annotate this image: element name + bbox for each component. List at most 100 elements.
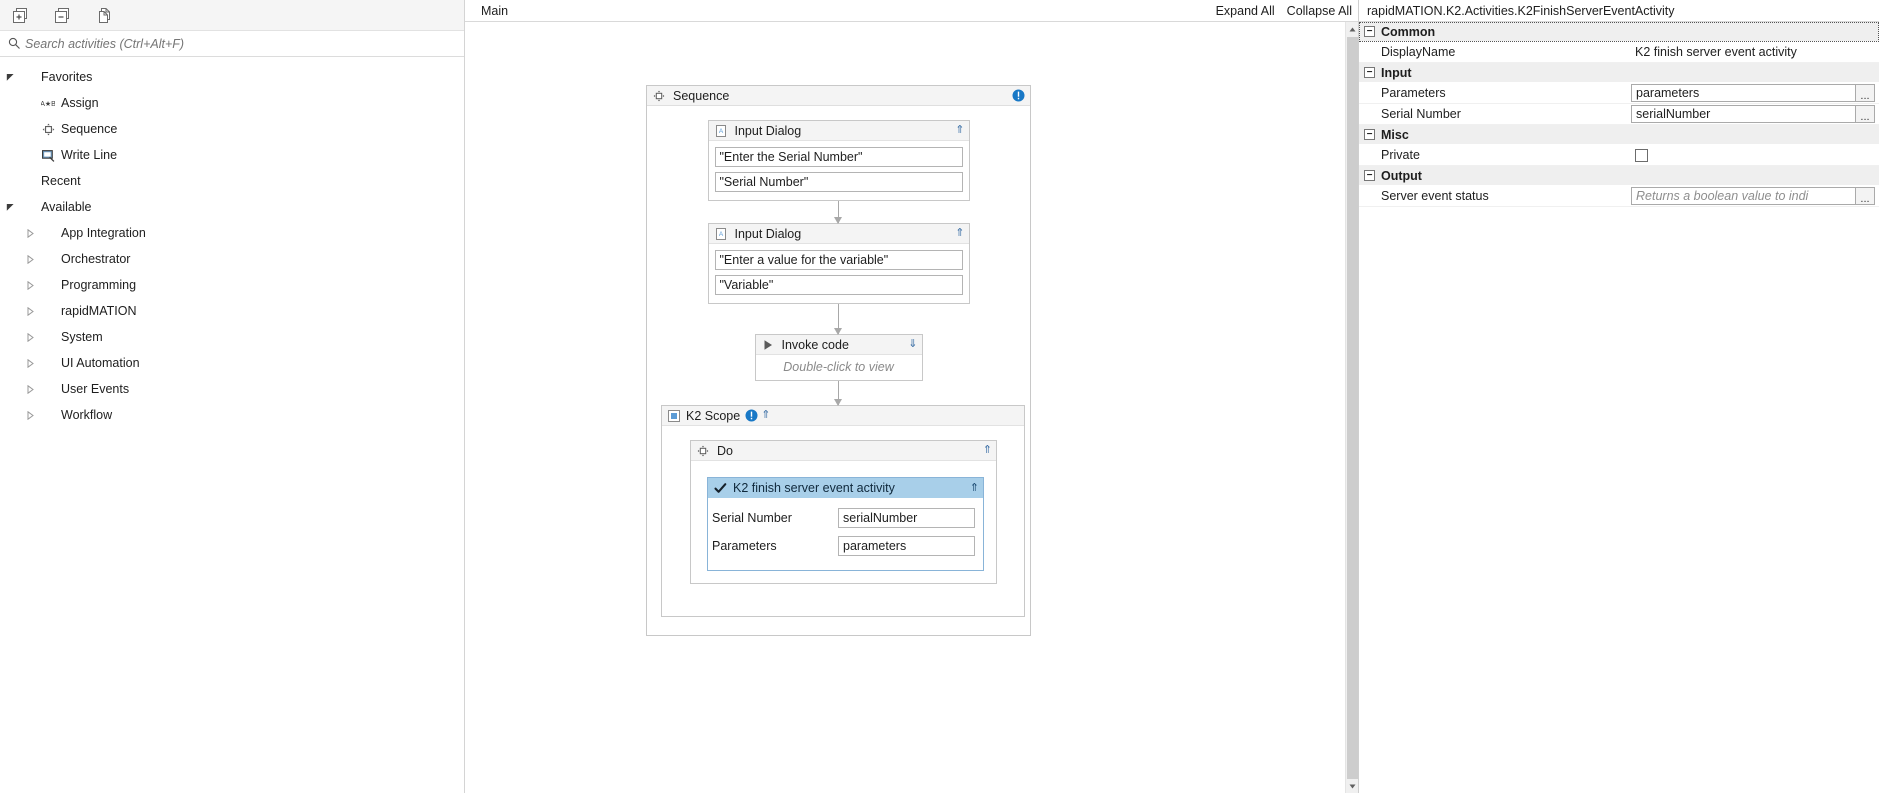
collapse-all-button[interactable]: Collapse All <box>1287 4 1352 18</box>
scrollbar-thumb[interactable] <box>1347 37 1358 782</box>
property-group-input[interactable]: − Input <box>1359 63 1879 83</box>
property-row[interactable]: Private <box>1359 145 1879 166</box>
tree-item-user-events[interactable]: User Events <box>0 376 464 402</box>
sequence-header[interactable]: Sequence <box>647 86 1030 106</box>
minus-icon[interactable]: − <box>1364 67 1375 78</box>
canvas-wrapper: Sequence A Input Dialog ⇑ "Enter the Ser… <box>465 22 1358 793</box>
chevron-down-icon[interactable]: ⇓ <box>908 339 917 350</box>
sequence-body: A Input Dialog ⇑ "Enter the Serial Numbe… <box>647 106 1030 635</box>
scroll-down-icon[interactable] <box>1346 779 1358 793</box>
connector-1 <box>834 201 842 224</box>
activity-k2-finish-server-event[interactable]: K2 finish server event activity ⇑ Serial… <box>707 477 984 571</box>
tree-item-ui-automation[interactable]: UI Automation <box>0 350 464 376</box>
tree-item-workflow[interactable]: Workflow <box>0 402 464 428</box>
k2-scope-header-right: ⇑ <box>745 409 770 422</box>
property-group-common[interactable]: − Common <box>1359 22 1879 42</box>
copy-icon[interactable] <box>90 3 118 27</box>
property-value-input[interactable]: Returns a boolean value to indi <box>1631 187 1856 205</box>
chevron-collapsed-icon[interactable] <box>22 254 38 264</box>
properties-grid: − Common DisplayName K2 finish server event… <box>1359 22 1879 793</box>
property-ellipsis-button[interactable]: ... <box>1856 105 1875 123</box>
property-value-input[interactable]: serialNumber <box>1631 105 1856 123</box>
chevron-up-icon[interactable]: ⇑ <box>983 445 992 456</box>
tree-item-programming[interactable]: Programming <box>0 272 464 298</box>
designer-header-actions: Expand All Collapse All <box>1216 4 1352 18</box>
scroll-up-icon[interactable] <box>1346 22 1358 36</box>
tree-item-app-integration[interactable]: App Integration <box>0 220 464 246</box>
chevron-up-icon[interactable]: ⇑ <box>970 482 979 494</box>
activity-invoke-code[interactable]: Invoke code ⇓ Double-click to view <box>754 334 923 381</box>
property-row[interactable]: Serial Number serialNumber... <box>1359 104 1879 125</box>
tree-item-label: Write Line <box>61 148 118 162</box>
tree-item-rapidmation[interactable]: rapidMATION <box>0 298 464 324</box>
property-group-misc[interactable]: − Misc <box>1359 125 1879 145</box>
k2-field-value[interactable]: serialNumber <box>838 508 975 528</box>
chevron-up-icon[interactable]: ⇑ <box>761 410 770 421</box>
do-header[interactable]: Do ⇑ <box>691 441 996 461</box>
search-activities-row[interactable] <box>0 31 464 57</box>
chevron-collapsed-icon[interactable] <box>22 306 38 316</box>
input-dialog-icon: A <box>714 227 728 241</box>
tree-item-available[interactable]: Available <box>0 194 464 220</box>
chevron-expanded-icon[interactable] <box>2 203 18 212</box>
property-row[interactable]: DisplayName K2 finish server event activi… <box>1359 42 1879 63</box>
info-icon[interactable] <box>1012 89 1025 102</box>
k2-field-value[interactable]: parameters <box>838 536 975 556</box>
chevron-collapsed-icon[interactable] <box>22 332 38 342</box>
chevron-expanded-icon[interactable] <box>2 73 18 82</box>
info-icon[interactable] <box>745 409 758 422</box>
search-input[interactable] <box>23 35 458 52</box>
collapse-all-icon[interactable] <box>48 3 76 27</box>
activity-k2-scope[interactable]: K2 Scope ⇑ Do ⇑ K2 finish server event a… <box>661 405 1025 617</box>
property-group-label: Input <box>1381 65 1412 80</box>
activity-sequence-root[interactable]: Sequence A Input Dialog ⇑ "Enter the Ser… <box>646 85 1031 636</box>
tree-item-recent[interactable]: Recent <box>0 168 464 194</box>
k2-field-label: Serial Number <box>712 511 792 525</box>
properties-panel: rapidMATION.K2.Activities.K2FinishServer… <box>1358 0 1879 793</box>
property-value-input[interactable]: parameters <box>1631 84 1856 102</box>
expand-all-icon[interactable] <box>6 3 34 27</box>
activity-do[interactable]: Do ⇑ K2 finish server event activity ⇑ S… <box>690 440 997 584</box>
expand-all-button[interactable]: Expand All <box>1216 4 1275 18</box>
canvas-vertical-scrollbar[interactable] <box>1345 22 1358 793</box>
chevron-collapsed-icon[interactable] <box>22 228 38 238</box>
chevron-up-icon[interactable]: ⇑ <box>955 228 964 239</box>
input-dialog-2-body: "Enter a value for the variable" "Variab… <box>709 244 969 303</box>
property-checkbox[interactable] <box>1635 148 1648 162</box>
tree-item-assign[interactable]: A★B Assign <box>0 90 464 116</box>
minus-icon[interactable]: − <box>1364 129 1375 140</box>
property-ellipsis-button[interactable]: ... <box>1856 187 1875 205</box>
tree-item-sequence[interactable]: Sequence <box>0 116 464 142</box>
input-dialog-2-header[interactable]: A Input Dialog ⇑ <box>708 224 969 244</box>
chevron-collapsed-icon[interactable] <box>22 358 38 368</box>
tree-item-write-line[interactable]: Write Line <box>0 142 464 168</box>
k2-scope-header[interactable]: K2 Scope ⇑ <box>662 406 1024 426</box>
property-row[interactable]: Parameters parameters... <box>1359 83 1879 104</box>
invoke-code-header[interactable]: Invoke code ⇓ <box>755 335 922 355</box>
property-group-output[interactable]: − Output <box>1359 166 1879 186</box>
chevron-collapsed-icon[interactable] <box>22 280 38 290</box>
minus-icon[interactable]: − <box>1364 170 1375 181</box>
chevron-collapsed-icon[interactable] <box>22 410 38 420</box>
tree-item-favorites[interactable]: Favorites <box>0 64 464 90</box>
breadcrumb[interactable]: Main <box>481 4 508 18</box>
chevron-collapsed-icon[interactable] <box>22 384 38 394</box>
tree-item-system[interactable]: System <box>0 324 464 350</box>
input-dialog-1-title: Input Dialog <box>734 123 802 138</box>
property-row[interactable]: Server event status Returns a boolean val… <box>1359 186 1879 207</box>
tree-item-orchestrator[interactable]: Orchestrator <box>0 246 464 272</box>
input-dialog-2-title-field[interactable]: "Enter a value for the variable" <box>714 250 963 270</box>
activity-input-dialog-2[interactable]: A Input Dialog ⇑ "Enter a value for the … <box>707 223 970 304</box>
designer-canvas[interactable]: Sequence A Input Dialog ⇑ "Enter the Ser… <box>465 22 1345 793</box>
input-dialog-1-body: "Enter the Serial Number" "Serial Number… <box>709 141 969 200</box>
k2-finish-header[interactable]: K2 finish server event activity ⇑ <box>708 478 983 498</box>
property-ellipsis-button[interactable]: ... <box>1856 84 1875 102</box>
input-dialog-1-title-field[interactable]: "Enter the Serial Number" <box>714 147 963 167</box>
input-dialog-1-label-field[interactable]: "Serial Number" <box>714 172 963 192</box>
activity-input-dialog-1[interactable]: A Input Dialog ⇑ "Enter the Serial Numbe… <box>707 120 970 201</box>
chevron-up-icon[interactable]: ⇑ <box>955 125 964 136</box>
input-dialog-2-label-field[interactable]: "Variable" <box>714 275 963 295</box>
input-dialog-1-header[interactable]: A Input Dialog ⇑ <box>708 121 969 141</box>
input-dialog-2-title: Input Dialog <box>734 226 802 241</box>
minus-icon[interactable]: − <box>1364 26 1375 37</box>
